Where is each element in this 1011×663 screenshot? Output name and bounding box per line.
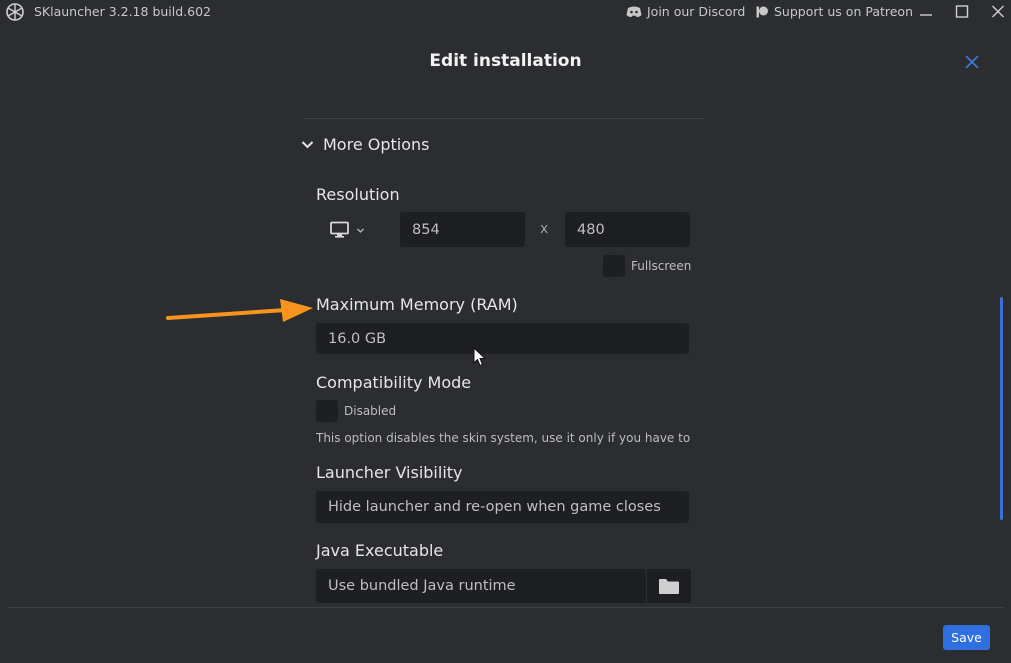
visibility-value: Hide launcher and re-open when game clos… (328, 499, 661, 515)
resolution-width-value: 854 (412, 221, 440, 238)
compatibility-state-label: Disabled (344, 404, 397, 418)
maximize-icon (951, 2, 973, 22)
discord-icon (626, 6, 642, 18)
footer-divider (8, 607, 1005, 608)
monitor-icon (330, 221, 350, 239)
discord-link-label: Join our Discord (647, 4, 746, 19)
resolution-height-value: 480 (577, 221, 605, 238)
resolution-label: Resolution (316, 185, 400, 204)
discord-link[interactable]: Join our Discord (626, 4, 745, 19)
dialog-title: Edit installation (429, 51, 582, 71)
maximize-button[interactable] (951, 2, 973, 22)
save-button[interactable]: Save (943, 625, 990, 650)
more-options-toggle[interactable]: More Options (300, 135, 429, 154)
close-icon (987, 2, 1009, 22)
patreon-link-label: Support us on Patreon (774, 4, 914, 19)
mouse-cursor-icon (473, 347, 486, 367)
visibility-select[interactable]: Hide launcher and re-open when game clos… (316, 491, 689, 523)
dialog-close-button[interactable] (963, 53, 981, 71)
java-label: Java Executable (316, 541, 444, 560)
window-close-button[interactable] (987, 2, 1009, 22)
app-logo-icon (5, 2, 25, 22)
memory-select[interactable]: 16.0 GB (316, 323, 689, 354)
chevron-down-icon (300, 137, 315, 152)
java-path-input[interactable]: Use bundled Java runtime (316, 569, 646, 603)
minimize-button[interactable] (915, 2, 937, 22)
browse-java-button[interactable] (646, 569, 691, 603)
fullscreen-checkbox[interactable] (603, 255, 625, 277)
title-bar: SKlauncher 3.2.18 build.602 Join our Dis… (0, 0, 1011, 24)
resolution-width-input[interactable]: 854 (400, 212, 525, 247)
app-title: SKlauncher 3.2.18 build.602 (34, 4, 212, 19)
more-options-label: More Options (323, 135, 430, 154)
patreon-link[interactable]: Support us on Patreon (756, 4, 913, 19)
compatibility-toggle[interactable] (316, 400, 338, 422)
resolution-height-input[interactable]: 480 (565, 212, 690, 247)
compatibility-label: Compatibility Mode (316, 373, 472, 392)
chevron-down-icon (356, 226, 365, 235)
scrollbar-thumb[interactable] (1000, 297, 1003, 520)
resolution-separator: x (540, 221, 549, 237)
java-path-value: Use bundled Java runtime (328, 578, 516, 594)
annotation-arrow (166, 299, 313, 322)
resolution-preset-dropdown[interactable] (330, 219, 372, 241)
visibility-label: Launcher Visibility (316, 463, 463, 482)
fullscreen-label: Fullscreen (631, 259, 692, 273)
compatibility-hint: This option disables the skin system, us… (316, 431, 691, 445)
section-divider (304, 118, 704, 119)
folder-icon (658, 578, 680, 595)
memory-value: 16.0 GB (328, 330, 387, 347)
patreon-icon (756, 6, 769, 18)
dialog-close-icon (963, 55, 981, 75)
memory-label: Maximum Memory (RAM) (316, 295, 518, 314)
minimize-icon (915, 2, 937, 22)
